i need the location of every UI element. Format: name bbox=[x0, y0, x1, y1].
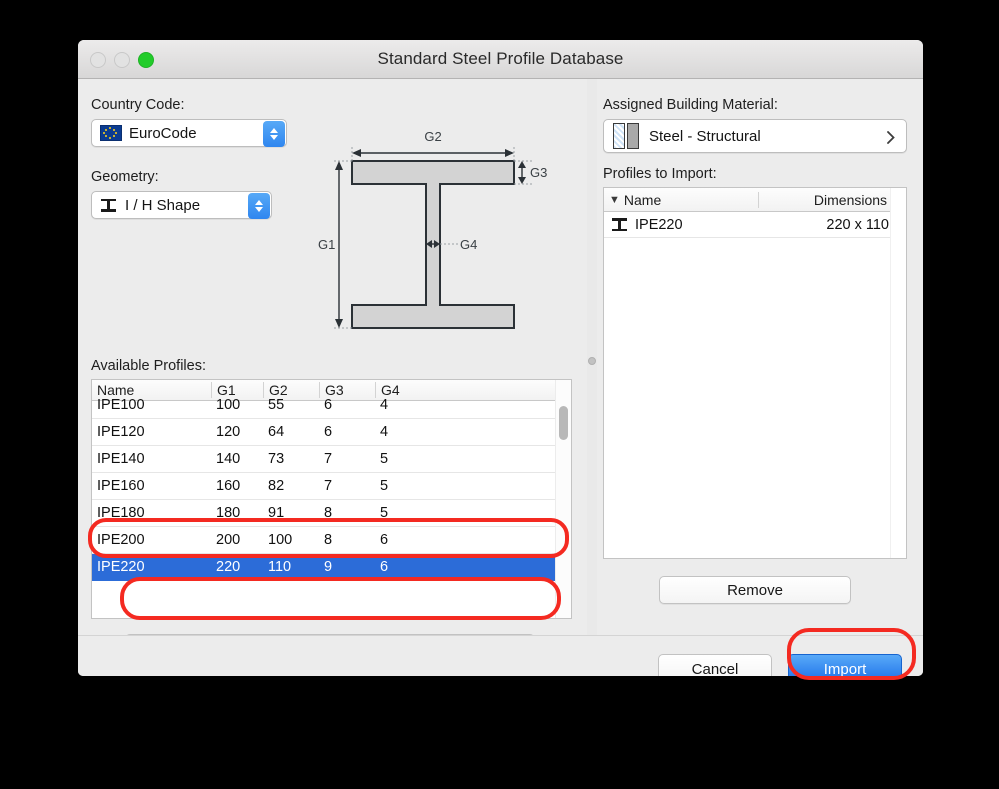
svg-text:G1: G1 bbox=[318, 237, 335, 252]
table-cell: 5 bbox=[380, 451, 389, 467]
cancel-button[interactable]: Cancel bbox=[658, 654, 772, 676]
table-cell: IPE180 bbox=[97, 505, 145, 521]
dialog-window: Standard Steel Profile Database Country … bbox=[78, 40, 923, 676]
table-cell: 4 bbox=[380, 424, 389, 440]
table-cell: 5 bbox=[380, 478, 389, 494]
available-profiles-scrollbar[interactable] bbox=[555, 380, 571, 618]
table-cell: 100 bbox=[216, 397, 241, 413]
table-cell: 5 bbox=[380, 505, 389, 521]
import-table-header: ▼ Name Dimensions bbox=[604, 188, 906, 212]
import-column-header-name[interactable]: ▼ Name bbox=[604, 192, 758, 208]
table-cell: IPE160 bbox=[97, 478, 145, 494]
country-code-label: Country Code: bbox=[91, 97, 185, 113]
table-cell: 82 bbox=[268, 478, 285, 494]
table-row[interactable]: IPE200 200 100 8 6 bbox=[92, 527, 571, 554]
table-cell: IPE140 bbox=[97, 451, 145, 467]
table-cell: 55 bbox=[268, 397, 285, 413]
import-table-scrollbar[interactable] bbox=[890, 188, 906, 558]
i-beam-icon bbox=[101, 198, 116, 212]
table-cell: 8 bbox=[324, 505, 333, 521]
table-cell: 91 bbox=[268, 505, 285, 521]
title-bar: Standard Steel Profile Database bbox=[78, 40, 923, 79]
right-pane: Assigned Building Material: Steel - Stru… bbox=[597, 79, 923, 635]
i-beam-icon bbox=[612, 218, 627, 231]
dialog-footer: Cancel Import bbox=[78, 636, 923, 676]
import-row-dimensions: 220 x 110 bbox=[826, 216, 889, 233]
table-cell: 160 bbox=[216, 478, 241, 494]
material-swatch-icon bbox=[613, 123, 639, 149]
profiles-to-import-table[interactable]: ▼ Name Dimensions IPE220 220 x 110 bbox=[603, 187, 907, 559]
available-profiles-table[interactable]: Name G1 G2 G3 G4 IPE100 100 55 6 4 IPE120 120 6… bbox=[91, 379, 572, 619]
window-title: Standard Steel Profile Database bbox=[377, 49, 624, 68]
table-cell: IPE200 bbox=[97, 532, 145, 548]
eu-flag-icon bbox=[100, 125, 122, 141]
table-cell: 8 bbox=[324, 532, 333, 548]
available-profiles-label: Available Profiles: bbox=[91, 358, 206, 374]
selected-profile-row[interactable]: IPE220 220 110 9 6 bbox=[92, 554, 571, 581]
dialog-content: Country Code: EuroCode Geometry: I / H S… bbox=[78, 79, 923, 676]
import-row-name-cell: IPE220 bbox=[604, 217, 759, 233]
svg-text:G3: G3 bbox=[530, 165, 547, 180]
table-cell: IPE100 bbox=[97, 397, 145, 413]
remove-button[interactable]: Remove bbox=[659, 576, 851, 604]
table-cell: 64 bbox=[268, 424, 285, 440]
profiles-to-import-label: Profiles to Import: bbox=[603, 166, 717, 182]
table-cell: 110 bbox=[268, 559, 292, 575]
table-cell: 220 bbox=[216, 559, 241, 575]
table-cell: 120 bbox=[216, 424, 241, 440]
table-cell: IPE120 bbox=[97, 424, 145, 440]
table-cell: 73 bbox=[268, 451, 285, 467]
table-cell: 6 bbox=[380, 559, 389, 575]
screenshot-stage: Standard Steel Profile Database Country … bbox=[0, 0, 999, 789]
import-list-item[interactable]: IPE220 220 x 110 bbox=[604, 212, 906, 238]
geometry-select[interactable]: I / H Shape bbox=[91, 191, 272, 219]
table-cell: 6 bbox=[380, 532, 389, 548]
svg-text:G4: G4 bbox=[460, 237, 477, 252]
import-column-name-label: Name bbox=[623, 191, 662, 208]
table-row[interactable]: IPE120 120 64 6 4 bbox=[92, 419, 571, 446]
chevron-down-icon bbox=[255, 207, 263, 212]
country-code-value: EuroCode bbox=[129, 124, 197, 142]
table-cell: 7 bbox=[324, 451, 333, 467]
table-cell: 6 bbox=[324, 424, 333, 440]
table-cell: 140 bbox=[216, 451, 241, 467]
table-row[interactable]: IPE140 140 73 7 5 bbox=[92, 446, 571, 473]
table-cell: 9 bbox=[324, 559, 333, 575]
available-profiles-body: IPE100 100 55 6 4 IPE120 120 64 6 4 IPE140 140 73 7 5 I… bbox=[92, 392, 571, 581]
table-row[interactable]: IPE160 160 82 7 5 bbox=[92, 473, 571, 500]
table-cell: 100 bbox=[268, 532, 293, 548]
profile-diagram: G2 G3 G1 G4 bbox=[310, 127, 580, 357]
table-cell: 7 bbox=[324, 478, 333, 494]
svg-text:G2: G2 bbox=[424, 129, 441, 144]
assigned-material-select[interactable]: Steel - Structural bbox=[603, 119, 907, 153]
geometry-label: Geometry: bbox=[91, 169, 159, 185]
table-cell: 180 bbox=[216, 505, 241, 521]
country-code-select[interactable]: EuroCode bbox=[91, 119, 287, 147]
assigned-material-value: Steel - Structural bbox=[649, 127, 761, 145]
geometry-value: I / H Shape bbox=[125, 196, 201, 214]
left-pane: Country Code: EuroCode Geometry: I / H S… bbox=[78, 79, 587, 661]
sort-indicator-icon: ▼ bbox=[609, 193, 620, 206]
assigned-material-label: Assigned Building Material: bbox=[603, 97, 778, 113]
table-cell: IPE220 bbox=[97, 559, 145, 575]
scrollbar-thumb[interactable] bbox=[559, 406, 568, 440]
import-table-body: IPE220 220 x 110 bbox=[604, 212, 906, 238]
import-column-header-dimensions[interactable]: Dimensions bbox=[757, 191, 891, 208]
table-cell: 4 bbox=[380, 397, 389, 413]
split-divider[interactable] bbox=[587, 79, 597, 635]
chevron-right-icon bbox=[887, 131, 895, 144]
table-row[interactable]: IPE100 100 55 6 4 bbox=[92, 392, 571, 419]
import-button[interactable]: Import bbox=[788, 654, 902, 676]
import-row-name: IPE220 bbox=[635, 216, 683, 233]
table-cell: 6 bbox=[324, 397, 333, 413]
geometry-stepper[interactable] bbox=[248, 193, 270, 219]
country-code-stepper[interactable] bbox=[263, 121, 285, 147]
chevron-down-icon bbox=[270, 135, 278, 140]
chevron-up-icon bbox=[255, 200, 263, 205]
table-cell: 200 bbox=[216, 532, 241, 548]
table-row[interactable]: IPE180 180 91 8 5 bbox=[92, 500, 571, 527]
split-divider-grip[interactable] bbox=[588, 357, 596, 365]
chevron-up-icon bbox=[270, 128, 278, 133]
